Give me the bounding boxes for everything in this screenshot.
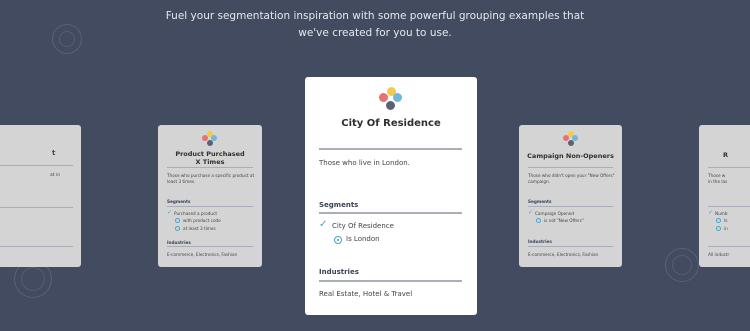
segment-condition: is not "New Offers" <box>544 218 584 223</box>
card-divider <box>0 165 73 166</box>
industries-heading: Industries <box>528 239 552 244</box>
background-ring-bottom-right <box>665 248 699 282</box>
card-divider <box>167 246 253 247</box>
segment-condition-fragment: in <box>724 226 728 231</box>
segment-condition-fragment: Is <box>724 218 728 223</box>
segment-item: Purchased a product <box>174 211 218 216</box>
card-description-fragment: Those w in the las <box>708 173 728 184</box>
segment-condition: with product code <box>183 218 221 223</box>
card-divider <box>0 246 73 247</box>
condition-bullet-icon <box>716 226 721 231</box>
industries-list-fragment: All industr <box>708 252 730 257</box>
card-divider <box>167 167 253 168</box>
segment-logo-icon <box>379 87 403 110</box>
card-divider <box>319 148 462 150</box>
segments-heading: Segments <box>167 199 191 204</box>
card-divider <box>319 280 462 282</box>
segment-item: Campaign Opened <box>535 211 575 216</box>
card-divider <box>528 206 613 207</box>
card-title-fragment: t <box>52 149 56 157</box>
condition-bullet-icon <box>536 218 541 223</box>
segment-card-left-partial[interactable]: t at in <box>0 125 81 267</box>
card-description-fragment: at in <box>50 173 61 178</box>
card-divider <box>167 206 253 207</box>
segments-heading: Segments <box>528 199 552 204</box>
intro-line-2: we've created for you to use. <box>298 27 452 39</box>
card-description: Those who live in London. <box>319 159 410 167</box>
card-description: Those who didn't open your "New Offers" … <box>528 173 615 184</box>
segment-card-city-of-residence[interactable]: City Of Residence Those who live in Lond… <box>305 77 477 315</box>
card-title: Campaign Non-Openers <box>527 152 614 160</box>
card-title: City Of Residence <box>341 118 441 129</box>
condition-bullet-icon <box>716 218 721 223</box>
card-divider <box>528 167 613 168</box>
check-icon: ✓ <box>708 209 714 216</box>
intro-line-1: Fuel your segmentation inspiration with … <box>165 10 585 22</box>
card-title-fragment: R <box>723 151 729 159</box>
check-icon: ✓ <box>167 209 173 216</box>
check-icon: ✓ <box>319 219 328 230</box>
segment-card-campaign-non-openers[interactable]: Campaign Non-Openers Those who didn't op… <box>519 125 622 267</box>
card-divider <box>528 246 613 247</box>
industries-heading: Industries <box>319 268 359 276</box>
segment-card-right-partial[interactable]: R Those w in the las ✓ Numb Is in All in… <box>699 125 750 267</box>
condition-bullet-icon <box>334 236 342 244</box>
condition-bullet-icon <box>175 226 180 231</box>
segment-logo-icon <box>563 131 579 146</box>
segment-item: City Of Residence <box>332 222 394 230</box>
segment-condition: at least 3 times <box>183 226 216 231</box>
industries-list: E-commerce, Electronics, Fashion <box>528 252 599 257</box>
card-divider <box>708 167 750 168</box>
card-divider <box>708 246 750 247</box>
check-icon: ✓ <box>528 209 534 216</box>
segment-item-fragment: Numb <box>715 211 728 216</box>
segment-condition: Is London <box>346 235 380 243</box>
industries-heading: Industries <box>167 240 191 245</box>
card-divider <box>319 212 462 214</box>
segments-heading: Segments <box>319 201 359 209</box>
segment-card-product-purchased[interactable]: Product Purchased X Times Those who purc… <box>158 125 262 267</box>
card-divider <box>708 206 750 207</box>
industries-list: E-commerce, Electronics, Fashion <box>167 252 238 257</box>
condition-bullet-icon <box>175 218 180 223</box>
industries-list: Real Estate, Hotel & Travel <box>319 290 413 298</box>
intro-text: Fuel your segmentation inspiration with … <box>0 8 750 42</box>
card-description: Those who purchase a specific product at… <box>167 173 255 184</box>
card-divider <box>0 207 73 208</box>
card-title: Product Purchased X Times <box>175 150 245 166</box>
segment-logo-icon <box>202 131 218 146</box>
